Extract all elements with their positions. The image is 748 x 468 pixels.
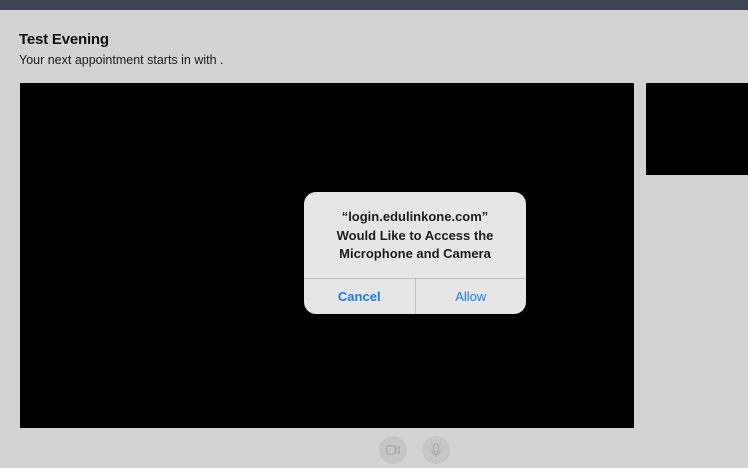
call-controls [379,436,450,464]
page-title: Test Evening [19,31,109,48]
allow-button[interactable]: Allow [416,279,527,314]
top-bar [0,0,748,10]
dialog-actions: Cancel Allow [304,278,526,314]
dialog-message-line: Microphone and Camera [339,246,491,262]
dialog-message-line: “login.edulinkone.com” [341,209,489,225]
appointment-status-text: Your next appointment starts in with . [19,53,224,67]
dialog-message-line: Would Like to Access the [336,227,494,243]
appointment-header: Test Evening Your next appointment start… [19,31,224,67]
permission-dialog-message: “login.edulinkone.com” Would Like to Acc… [304,192,526,278]
microphone-icon [431,442,441,457]
video-camera-icon [386,445,400,455]
cancel-button[interactable]: Cancel [304,279,416,314]
camera-toggle-button[interactable] [379,436,407,464]
microphone-toggle-button[interactable] [422,436,450,464]
local-video-preview [646,83,748,175]
permission-dialog: “login.edulinkone.com” Would Like to Acc… [304,192,526,314]
